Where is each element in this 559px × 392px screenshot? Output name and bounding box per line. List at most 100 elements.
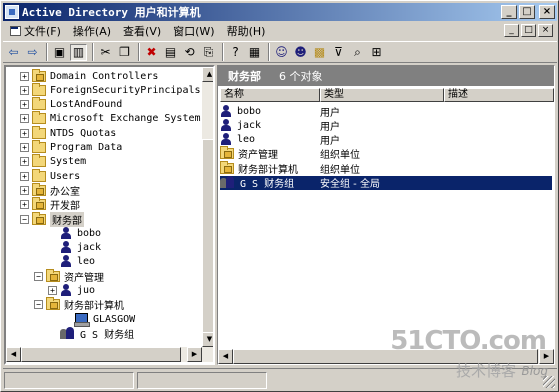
menu-window[interactable]: 窗口(W): [167, 23, 220, 39]
details-title: 财务部: [228, 70, 261, 83]
new-ou-button[interactable]: ▩: [311, 44, 328, 61]
list-item[interactable]: jack 用户: [220, 118, 552, 133]
collapse-icon[interactable]: −: [34, 271, 43, 281]
expand-icon[interactable]: +: [20, 200, 29, 210]
tree-item[interactable]: + System: [20, 154, 86, 169]
list-item[interactable]: leo 用户: [220, 133, 552, 147]
add-to-group-button[interactable]: ⊞: [368, 44, 385, 61]
menu-file[interactable]: 文件(F): [3, 23, 67, 39]
tree-scroll-thumb[interactable]: [202, 139, 213, 339]
tree-item[interactable]: + Microsoft Exchange System: [20, 111, 201, 126]
expand-icon[interactable]: +: [48, 286, 57, 295]
child-restore-button[interactable]: □: [521, 24, 536, 37]
expand-icon[interactable]: +: [20, 185, 29, 195]
expand-icon[interactable]: +: [20, 100, 29, 110]
help-topics-button[interactable]: ▦: [246, 44, 263, 61]
tree-item[interactable]: + NTDS Quotas: [20, 125, 116, 140]
resize-grip[interactable]: [543, 376, 555, 388]
menu-file-label: 文件(F): [24, 25, 61, 38]
child-close-button[interactable]: ×: [538, 24, 553, 37]
list-item[interactable]: G S 财务组 安全组 - 全局: [220, 175, 552, 190]
expand-icon[interactable]: +: [20, 85, 29, 95]
new-group-button[interactable]: ☻: [292, 44, 309, 61]
expand-icon[interactable]: +: [20, 171, 29, 181]
collapse-icon[interactable]: −: [20, 214, 29, 224]
user-icon: [60, 226, 73, 240]
tree-item[interactable]: + Program Data: [20, 140, 122, 155]
tree-pane: + Domain Controllers + ForeignSecurityPrinc…: [4, 65, 215, 365]
export-icon: ⎘: [203, 45, 214, 59]
help-button[interactable]: ?: [227, 44, 244, 61]
expand-icon[interactable]: +: [20, 143, 29, 152]
expand-icon[interactable]: +: [20, 128, 29, 138]
column-header-name[interactable]: 名称: [220, 88, 320, 102]
tree-hscroll-thumb[interactable]: [21, 347, 181, 362]
collapse-icon[interactable]: −: [34, 300, 43, 310]
list-item[interactable]: 资产管理 组织单位: [220, 146, 552, 161]
new-user-button[interactable]: ☺: [273, 44, 290, 61]
tree-scroll-right-button[interactable]: ▶: [187, 347, 202, 362]
column-header-type[interactable]: 类型: [320, 88, 444, 102]
menu-action[interactable]: 操作(A): [67, 23, 117, 39]
back-arrow-icon: ⇦: [8, 45, 19, 59]
app-window: Active Directory 用户和计算机 _ □ × 文件(F) 操作(A…: [0, 0, 559, 392]
refresh-button[interactable]: ⟲: [181, 44, 198, 61]
list-item[interactable]: 财务部计算机 组织单位: [220, 160, 552, 176]
maximize-button[interactable]: □: [519, 5, 535, 19]
tree-item[interactable]: + LostAndFound: [20, 97, 122, 112]
title-bar[interactable]: Active Directory 用户和计算机 _ □ ×: [3, 3, 557, 21]
tree-item[interactable]: + Domain Controllers: [20, 68, 158, 83]
details-scroll-right-button[interactable]: ▶: [539, 349, 554, 364]
tree-vertical-scrollbar[interactable]: ▲ ▼: [202, 67, 213, 347]
export-button[interactable]: ⎘: [200, 44, 217, 61]
menu-view[interactable]: 查看(V): [117, 23, 167, 39]
tree-scroll-up-button[interactable]: ▲: [202, 67, 213, 82]
tree-item[interactable]: bobo: [48, 226, 101, 240]
minimize-button[interactable]: _: [501, 5, 517, 19]
tree-item-label: 财务部计算机: [64, 301, 124, 313]
show-tree-button[interactable]: ▥: [70, 43, 87, 61]
back-arrow-button[interactable]: ⇦: [5, 44, 22, 61]
copy-button[interactable]: ❐: [116, 44, 133, 61]
tree-item[interactable]: + 开发部: [20, 197, 80, 212]
details-scroll-left-button[interactable]: ◀: [218, 349, 233, 364]
tree-item[interactable]: jack: [48, 241, 101, 255]
up-folder-button[interactable]: ▣: [51, 44, 68, 61]
tree-item[interactable]: G S 财务组: [48, 326, 134, 341]
tree-item[interactable]: + juo: [48, 284, 95, 298]
tree-item[interactable]: − 资产管理: [34, 268, 104, 284]
tree-item[interactable]: + ForeignSecurityPrincipals: [20, 82, 201, 97]
list-item-type: 用户: [320, 121, 340, 133]
column-header-description[interactable]: 描述: [444, 88, 554, 102]
expand-icon[interactable]: +: [20, 157, 29, 167]
properties-button[interactable]: ▤: [162, 44, 179, 61]
list-item[interactable]: bobo 用户: [220, 104, 552, 119]
folder-icon: [32, 111, 46, 125]
tree-item[interactable]: + Users: [20, 168, 80, 183]
find-button[interactable]: ⌕: [349, 44, 366, 61]
menu-help[interactable]: 帮助(H): [221, 23, 272, 39]
list-item-type: 用户: [320, 136, 340, 148]
filter-button[interactable]: ⊽: [330, 44, 347, 61]
tree-scroll-left-button[interactable]: ◀: [6, 347, 21, 362]
cut-button[interactable]: ✂: [97, 44, 114, 61]
tree-item[interactable]: + 办公室: [20, 182, 80, 198]
tree-horizontal-scrollbar[interactable]: ◀ ▶: [6, 347, 213, 362]
tree-item[interactable]: − 财务部: [20, 211, 84, 227]
details-header: 财务部 6 个对象: [218, 66, 554, 86]
tree-item[interactable]: GLASGOW: [62, 312, 135, 328]
expand-icon[interactable]: +: [20, 71, 29, 81]
tree-item-label: jack: [77, 242, 102, 254]
forward-arrow-button[interactable]: ⇨: [24, 44, 41, 61]
close-button[interactable]: ×: [539, 5, 555, 19]
child-minimize-button[interactable]: _: [504, 24, 519, 37]
tree-item[interactable]: leo: [48, 255, 95, 269]
app-icon[interactable]: [5, 5, 19, 19]
toolbar-separator: [46, 43, 48, 61]
tree-scroll-down-button[interactable]: ▼: [202, 332, 213, 347]
delete-button[interactable]: ✖: [143, 44, 160, 61]
details-horizontal-scrollbar[interactable]: ◀ ▶: [218, 349, 554, 364]
tree-item[interactable]: − 财务部计算机: [34, 297, 124, 313]
expand-icon[interactable]: +: [20, 114, 29, 124]
details-hscroll-thumb[interactable]: [233, 349, 538, 364]
